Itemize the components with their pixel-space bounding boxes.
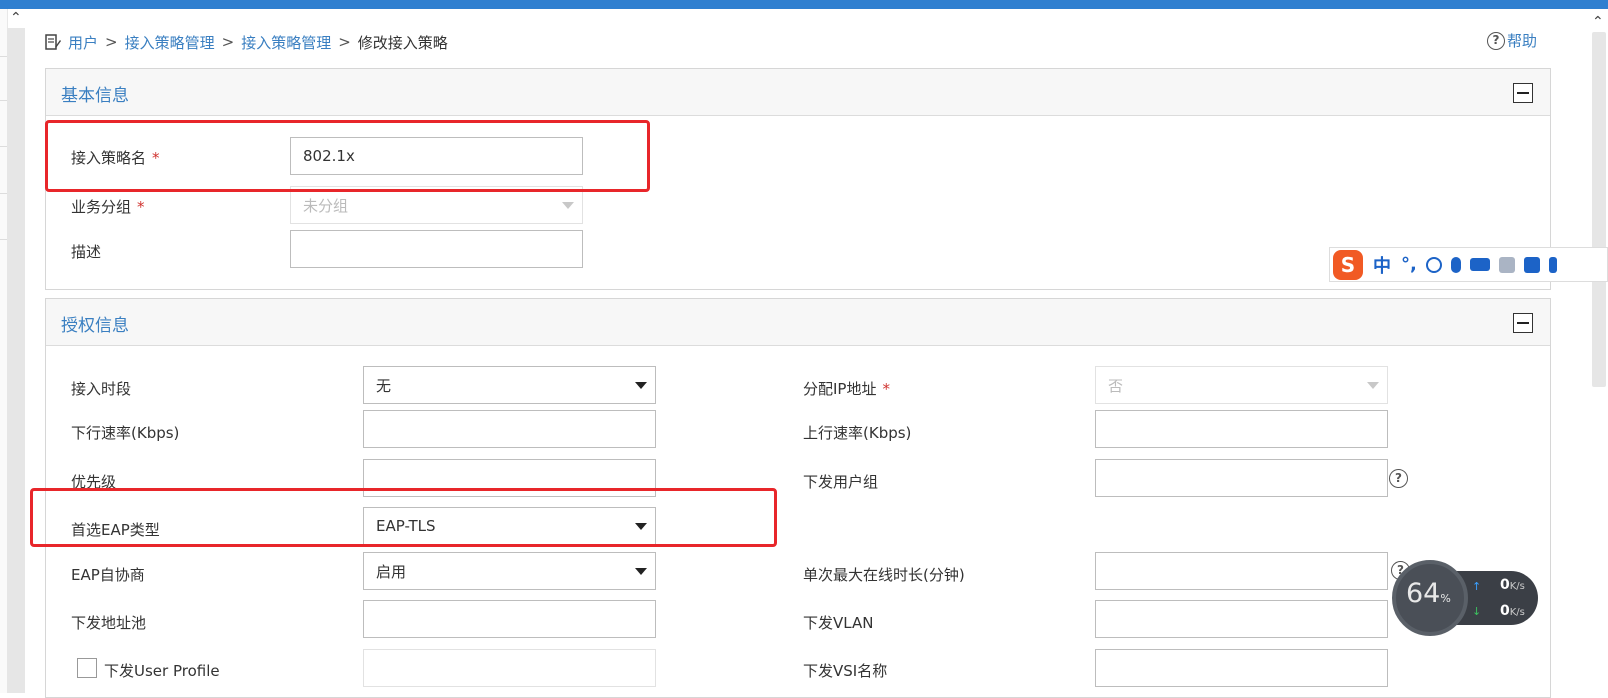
memory-percent: 64% xyxy=(1406,578,1451,609)
highlight-eap-type xyxy=(30,488,777,547)
breadcrumb-separator: > xyxy=(105,33,118,51)
vsi-input[interactable] xyxy=(1095,649,1388,687)
service-group-label: 业务分组 * xyxy=(71,198,145,216)
up-rate-label: 上行速率(Kbps) xyxy=(803,424,912,442)
user-group-help-icon[interactable]: ? xyxy=(1389,469,1408,488)
vsi-label: 下发VSI名称 xyxy=(803,662,888,680)
down-rate-label: 下行速率(Kbps) xyxy=(71,424,180,442)
down-rate-input[interactable] xyxy=(363,410,656,448)
upload-arrow-icon: ↑ xyxy=(1472,580,1482,593)
collapse-auth-button[interactable] xyxy=(1513,313,1533,333)
breadcrumb-separator: > xyxy=(221,33,235,51)
assign-ip-select[interactable]: 否 xyxy=(1095,366,1388,404)
max-online-input[interactable] xyxy=(1095,552,1388,590)
ime-mode-toggle[interactable]: 中 xyxy=(1373,252,1391,278)
left-scrollbar[interactable] xyxy=(7,28,25,693)
auth-info-header: 授权信息 xyxy=(46,299,1550,346)
scroll-up-icon[interactable]: ⌃ xyxy=(10,10,22,26)
breadcrumb-separator: > xyxy=(338,33,351,51)
breadcrumb: 用户 > 接入策略管理 > 接入策略管理 > 修改接入策略 xyxy=(44,30,448,54)
chevron-down-icon xyxy=(635,568,647,575)
access-period-label: 接入时段 xyxy=(71,380,132,398)
user-group-label: 下发用户组 xyxy=(803,473,879,491)
help-link[interactable]: ? 帮助 xyxy=(1487,30,1537,51)
right-scroll-up-icon[interactable]: ⌃ xyxy=(1592,14,1604,30)
breadcrumb-link-policy-list[interactable]: 接入策略管理 xyxy=(241,32,331,53)
description-input[interactable] xyxy=(290,230,583,268)
chevron-down-icon xyxy=(562,202,574,209)
up-rate-input[interactable] xyxy=(1095,410,1388,448)
network-monitor-widget[interactable]: 64% ↑ ↓ 0K/s 0K/s xyxy=(1392,560,1538,636)
access-period-select[interactable]: 无 xyxy=(363,366,656,404)
user-profile-checkbox[interactable] xyxy=(77,658,97,678)
highlight-policy-name xyxy=(45,120,650,192)
help-label: 帮助 xyxy=(1507,32,1538,50)
max-online-label: 单次最大在线时长(分钟) xyxy=(803,566,965,584)
addr-pool-input[interactable] xyxy=(363,600,656,638)
ime-punct-toggle[interactable]: °, xyxy=(1401,254,1417,275)
toolbox-icon[interactable] xyxy=(1548,256,1557,273)
vlan-label: 下发VLAN xyxy=(803,614,874,632)
chevron-down-icon xyxy=(635,382,647,389)
eap-negotiate-select[interactable]: 启用 xyxy=(363,552,656,590)
skin-shirt-icon[interactable] xyxy=(1523,256,1540,273)
download-arrow-icon: ↓ xyxy=(1472,605,1482,618)
description-label: 描述 xyxy=(71,243,102,261)
user-profile-label: 下发User Profile xyxy=(104,662,220,680)
basic-info-header: 基本信息 xyxy=(46,69,1550,116)
download-rate: 0K/s xyxy=(1500,603,1525,619)
eap-negotiate-label: EAP自协商 xyxy=(71,566,145,584)
assign-ip-label: 分配IP地址 * xyxy=(803,380,890,398)
vlan-input[interactable] xyxy=(1095,600,1388,638)
addr-pool-label: 下发地址池 xyxy=(71,614,147,632)
sogou-logo-icon[interactable]: S xyxy=(1333,249,1363,280)
emoji-icon[interactable] xyxy=(1425,256,1442,273)
user-icon[interactable] xyxy=(1498,256,1515,273)
chevron-down-icon xyxy=(1367,382,1379,389)
keyboard-icon[interactable] xyxy=(1469,258,1490,271)
right-scrollbar[interactable] xyxy=(1592,32,1606,387)
auth-info-title: 授权信息 xyxy=(61,316,129,336)
edit-user-icon xyxy=(45,34,61,50)
top-bar xyxy=(0,0,1608,9)
ime-toolbar[interactable]: S 中 °, xyxy=(1329,247,1608,282)
breadcrumb-link-policy-mgmt[interactable]: 接入策略管理 xyxy=(125,32,215,53)
breadcrumb-link-user[interactable]: 用户 xyxy=(68,32,98,53)
collapse-basic-button[interactable] xyxy=(1513,83,1533,103)
user-group-input[interactable] xyxy=(1095,459,1388,497)
basic-info-title: 基本信息 xyxy=(61,86,129,106)
breadcrumb-current: 修改接入策略 xyxy=(357,33,448,52)
help-icon: ? xyxy=(1487,31,1505,50)
upload-rate: 0K/s xyxy=(1500,577,1525,593)
microphone-icon[interactable] xyxy=(1450,256,1461,273)
user-profile-input[interactable] xyxy=(363,649,656,687)
